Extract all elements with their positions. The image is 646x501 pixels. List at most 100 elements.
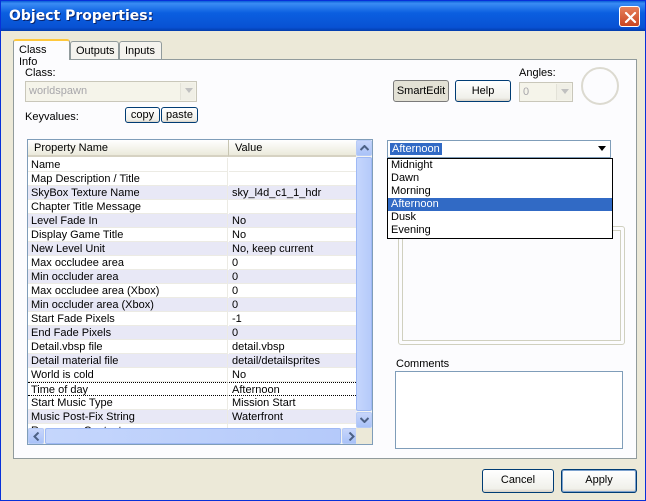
property-value-cell: No bbox=[229, 228, 358, 242]
table-row[interactable]: Music Post-Fix String Waterfront bbox=[28, 410, 358, 424]
help-button[interactable]: Help bbox=[455, 80, 511, 102]
table-row[interactable]: Detail.vbsp file detail.vbsp bbox=[28, 340, 358, 354]
smartedit-button[interactable]: SmartEdit bbox=[393, 80, 449, 102]
comments-textarea[interactable] bbox=[395, 371, 623, 449]
apply-button-label: Apply bbox=[585, 474, 613, 486]
value-combo-selected: Afternoon bbox=[390, 143, 442, 155]
paste-button-label: paste bbox=[166, 109, 193, 121]
property-name-cell: Music Post-Fix String bbox=[28, 410, 228, 424]
property-name-cell: Level Fade In bbox=[28, 214, 228, 228]
property-name-cell: Start Fade Pixels bbox=[28, 312, 228, 326]
column-header-property-name[interactable]: Property Name bbox=[28, 140, 229, 157]
property-value-cell bbox=[229, 200, 358, 214]
cancel-button-label: Cancel bbox=[500, 474, 536, 486]
property-value-cell: -1 bbox=[229, 312, 358, 326]
table-row[interactable]: SkyBox Texture Name sky_l4d_c1_1_hdr bbox=[28, 186, 358, 200]
angle-dial[interactable] bbox=[581, 67, 619, 105]
grid-horizontal-scrollbar[interactable] bbox=[28, 428, 358, 444]
copy-button[interactable]: copy bbox=[125, 107, 160, 123]
dropdown-option[interactable]: Morning bbox=[388, 185, 612, 198]
angles-combo-arrow bbox=[556, 84, 571, 100]
table-row[interactable]: Name bbox=[28, 158, 358, 172]
dropdown-option[interactable]: Dawn bbox=[388, 172, 612, 185]
property-value-cell: 0 bbox=[229, 298, 358, 312]
property-value-cell: No bbox=[229, 368, 358, 382]
table-row[interactable]: Min occluder area (Xbox) 0 bbox=[28, 298, 358, 312]
close-button[interactable] bbox=[619, 6, 640, 27]
class-combo-arrow bbox=[180, 83, 195, 100]
grid-vertical-scrollbar[interactable] bbox=[356, 140, 372, 428]
table-row[interactable]: Start Music Type Mission Start bbox=[28, 396, 358, 410]
property-value-cell: 0 bbox=[229, 284, 358, 298]
table-row[interactable]: World is cold No bbox=[28, 368, 358, 382]
tab-inputs[interactable]: Inputs bbox=[119, 41, 162, 59]
property-value-cell: No bbox=[229, 214, 358, 228]
dropdown-option[interactable]: Afternoon bbox=[388, 198, 612, 211]
property-name-cell: Min occluder area (Xbox) bbox=[28, 298, 228, 312]
property-name-cell: Chapter Title Message bbox=[28, 200, 228, 214]
angles-combo-value: 0 bbox=[523, 86, 530, 98]
angles-label: Angles: bbox=[519, 67, 556, 79]
property-value-cell: sky_l4d_c1_1_hdr bbox=[229, 186, 358, 200]
grid-body: Name Map Description / Title SkyBox Textur… bbox=[28, 158, 358, 438]
table-row[interactable]: Max occludee area 0 bbox=[28, 256, 358, 270]
tab-outputs[interactable]: Outputs bbox=[70, 41, 119, 59]
property-value-cell: Afternoon bbox=[229, 382, 358, 396]
property-value-cell: 0 bbox=[229, 256, 358, 270]
property-name-cell: End Fade Pixels bbox=[28, 326, 228, 340]
help-groupbox bbox=[398, 226, 625, 345]
property-value-cell bbox=[229, 158, 358, 172]
table-row[interactable]: Start Fade Pixels -1 bbox=[28, 312, 358, 326]
vertical-scroll-thumb[interactable] bbox=[356, 157, 372, 411]
property-name-cell: Start Music Type bbox=[28, 396, 228, 410]
dropdown-option[interactable]: Evening bbox=[388, 224, 612, 237]
table-row[interactable]: Map Description / Title bbox=[28, 172, 358, 186]
horizontal-scroll-thumb[interactable] bbox=[45, 428, 341, 444]
window-title: Object Properties: bbox=[9, 8, 154, 24]
keyvalues-grid: Property Name Value Name Map Description … bbox=[27, 139, 373, 445]
value-combo[interactable]: Afternoon bbox=[387, 140, 611, 158]
table-row[interactable]: Time of day Afternoon bbox=[28, 382, 358, 396]
table-row[interactable]: End Fade Pixels 0 bbox=[28, 326, 358, 340]
property-value-cell: detail/detailsprites bbox=[229, 354, 358, 368]
table-row[interactable]: Chapter Title Message bbox=[28, 200, 358, 214]
property-name-cell: Name bbox=[28, 158, 228, 172]
value-dropdown-list: Midnight Dawn Morning Afternoon Dusk Evening bbox=[387, 158, 613, 239]
comments-label: Comments bbox=[396, 358, 450, 370]
table-row[interactable]: New Level Unit No, keep current bbox=[28, 242, 358, 256]
keyvalues-label: Keyvalues: bbox=[25, 111, 79, 123]
property-name-cell: New Level Unit bbox=[28, 242, 228, 256]
table-row[interactable]: Level Fade In No bbox=[28, 214, 358, 228]
property-value-cell: Mission Start bbox=[229, 396, 358, 410]
apply-button[interactable]: Apply bbox=[561, 469, 637, 493]
tab-inputs-label: Inputs bbox=[125, 45, 155, 57]
value-combo-arrow[interactable] bbox=[594, 142, 609, 156]
property-name-cell: Detail material file bbox=[28, 354, 228, 368]
cancel-button[interactable]: Cancel bbox=[482, 469, 554, 493]
chevron-down-icon bbox=[360, 417, 369, 423]
chevron-left-icon bbox=[33, 432, 40, 441]
tab-class-info[interactable]: Class Info bbox=[13, 39, 70, 68]
dropdown-option[interactable]: Midnight bbox=[388, 159, 612, 172]
scroll-up-button[interactable] bbox=[356, 140, 372, 156]
scroll-down-button[interactable] bbox=[356, 412, 372, 428]
help-button-label: Help bbox=[471, 85, 495, 97]
class-combo: worldspawn bbox=[25, 81, 197, 102]
property-value-cell: 0 bbox=[229, 270, 358, 284]
column-header-value[interactable]: Value bbox=[229, 140, 358, 157]
table-row[interactable]: Display Game Title No bbox=[28, 228, 358, 242]
table-row[interactable]: Min occluder area 0 bbox=[28, 270, 358, 284]
dropdown-option[interactable]: Dusk bbox=[388, 211, 612, 224]
property-name-cell: Time of day bbox=[28, 382, 228, 396]
table-row[interactable]: Detail material file detail/detailsprites bbox=[28, 354, 358, 368]
paste-button[interactable]: paste bbox=[161, 107, 198, 123]
table-row[interactable]: Max occludee area (Xbox) 0 bbox=[28, 284, 358, 298]
property-value-cell: No, keep current bbox=[229, 242, 358, 256]
property-name-cell: Max occludee area bbox=[28, 256, 228, 270]
property-name-cell: Display Game Title bbox=[28, 228, 228, 242]
title-bar[interactable]: Object Properties: bbox=[1, 1, 645, 31]
angles-combo: 0 bbox=[519, 82, 573, 102]
chevron-up-icon bbox=[360, 145, 369, 151]
property-name-cell: Map Description / Title bbox=[28, 172, 228, 186]
scroll-left-button[interactable] bbox=[28, 428, 44, 444]
